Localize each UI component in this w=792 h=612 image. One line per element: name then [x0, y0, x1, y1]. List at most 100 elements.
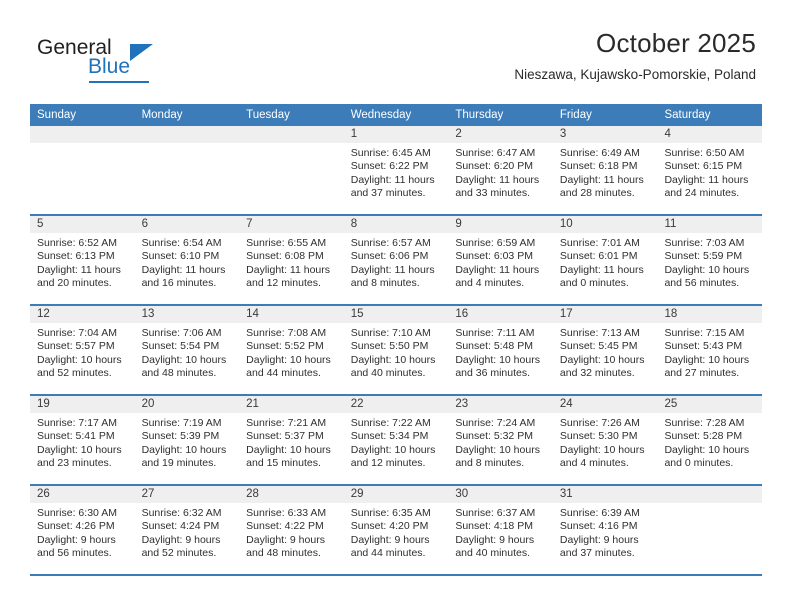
day-cell[interactable]: 4 Sunrise: 6:50 AM Sunset: 6:15 PM Daylight… — [657, 126, 763, 214]
day-cell[interactable]: 20 Sunrise: 7:19 AM Sunset: 5:39 PM Dayligh… — [134, 396, 240, 484]
day-number: 30 — [448, 486, 553, 503]
day-cell[interactable]: 23 Sunrise: 7:24 AM Sunset: 5:32 PM Dayligh… — [448, 396, 553, 484]
day-details: Sunrise: 6:49 AM Sunset: 6:18 PM Daylight:… — [553, 143, 658, 201]
day-number: 8 — [343, 216, 449, 233]
day-number: 20 — [134, 396, 240, 413]
day-cell[interactable]: 22 Sunrise: 7:22 AM Sunset: 5:34 PM Dayligh… — [343, 396, 449, 484]
daylight-text: Daylight: 10 hours and 0 minutes. — [664, 443, 750, 470]
day-cell[interactable]: 29 Sunrise: 6:35 AM Sunset: 4:20 PM Dayligh… — [343, 486, 449, 574]
sunset-text: Sunset: 5:52 PM — [246, 340, 324, 353]
day-cell[interactable]: 25 Sunrise: 7:28 AM Sunset: 5:28 PM Dayligh… — [657, 396, 763, 484]
sunset-text: Sunset: 6:18 PM — [559, 160, 638, 173]
day-cell[interactable]: 18 Sunrise: 7:15 AM Sunset: 5:43 PM Dayligh… — [657, 306, 763, 394]
calendar-week-row: 5 Sunrise: 6:52 AM Sunset: 6:13 PM Daylight… — [30, 216, 763, 306]
day-cell[interactable]: 10 Sunrise: 7:01 AM Sunset: 6:01 PM Dayligh… — [552, 216, 658, 304]
day-cell[interactable]: 19 Sunrise: 7:17 AM Sunset: 5:41 PM Dayligh… — [30, 396, 135, 484]
sunset-text: Sunset: 4:18 PM — [455, 520, 533, 533]
day-cell[interactable]: 31 Sunrise: 6:39 AM Sunset: 4:16 PM Dayligh… — [552, 486, 658, 574]
day-number: 28 — [239, 486, 344, 503]
title-block: October 2025 Nieszawa, Kujawsko-Pomorski… — [514, 28, 756, 84]
day-cell[interactable]: 9 Sunrise: 6:59 AM Sunset: 6:03 PM Daylight… — [448, 216, 553, 304]
day-details: Sunrise: 7:15 AM Sunset: 5:43 PM Daylight:… — [657, 323, 762, 381]
day-cell[interactable]: 6 Sunrise: 6:54 AM Sunset: 6:10 PM Daylight… — [134, 216, 240, 304]
page-title: October 2025 — [596, 28, 756, 58]
weekday-header-wednesday: Wednesday — [350, 109, 412, 121]
day-cell[interactable]: 26 Sunrise: 6:30 AM Sunset: 4:26 PM Dayligh… — [30, 486, 135, 574]
day-details: Sunrise: 6:54 AM Sunset: 6:10 PM Daylight:… — [135, 233, 240, 291]
day-number: 13 — [134, 306, 240, 323]
triangle-icon — [130, 44, 153, 61]
day-cell[interactable]: 15 Sunrise: 7:10 AM Sunset: 5:50 PM Dayligh… — [343, 306, 449, 394]
daylight-text: Daylight: 11 hours and 12 minutes. — [246, 263, 331, 290]
day-cell[interactable]: 27 Sunrise: 6:32 AM Sunset: 4:24 PM Dayligh… — [134, 486, 240, 574]
day-details: Sunrise: 7:19 AM Sunset: 5:39 PM Daylight:… — [135, 413, 240, 471]
calendar-week-row: 12 Sunrise: 7:04 AM Sunset: 5:57 PM Dayligh… — [30, 306, 763, 396]
calendar-week-row: 1 Sunrise: 6:45 AM Sunset: 6:22 PM Daylight… — [30, 126, 763, 216]
sunrise-text: Sunrise: 7:10 AM — [350, 327, 431, 339]
daylight-text: Daylight: 10 hours and 23 minutes. — [37, 443, 122, 470]
day-details: Sunrise: 7:08 AM Sunset: 5:52 PM Daylight:… — [239, 323, 344, 381]
sunrise-text: Sunrise: 7:19 AM — [141, 417, 222, 429]
daylight-text: Daylight: 11 hours and 4 minutes. — [455, 263, 540, 290]
weekday-header-saturday: Saturday — [664, 109, 711, 121]
daylight-text: Daylight: 10 hours and 48 minutes. — [141, 353, 227, 380]
day-cell[interactable]: 17 Sunrise: 7:13 AM Sunset: 5:45 PM Dayligh… — [552, 306, 658, 394]
calendar-week-row: 19 Sunrise: 7:17 AM Sunset: 5:41 PM Dayligh… — [30, 396, 763, 486]
day-number: 17 — [552, 306, 658, 323]
day-details: Sunrise: 7:10 AM Sunset: 5:50 PM Daylight:… — [344, 323, 449, 381]
day-cell[interactable]: 1 Sunrise: 6:45 AM Sunset: 6:22 PM Daylight… — [343, 126, 449, 214]
daylight-text: Daylight: 10 hours and 32 minutes. — [559, 353, 645, 380]
day-number: 25 — [657, 396, 763, 413]
day-cell[interactable]: 24 Sunrise: 7:26 AM Sunset: 5:30 PM Dayligh… — [552, 396, 658, 484]
day-cell[interactable]: 5 Sunrise: 6:52 AM Sunset: 6:13 PM Daylight… — [30, 216, 135, 304]
day-cell[interactable]: 14 Sunrise: 7:08 AM Sunset: 5:52 PM Dayligh… — [239, 306, 344, 394]
day-cell[interactable]: 30 Sunrise: 6:37 AM Sunset: 4:18 PM Dayligh… — [448, 486, 553, 574]
day-details: Sunrise: 7:11 AM Sunset: 5:48 PM Daylight:… — [448, 323, 553, 381]
day-number: 23 — [448, 396, 553, 413]
weekday-header-monday: Monday — [141, 109, 183, 121]
sunset-text: Sunset: 4:20 PM — [350, 520, 429, 533]
day-number: 26 — [30, 486, 135, 503]
sunrise-text: Sunrise: 7:13 AM — [559, 327, 640, 339]
day-cell[interactable]: 16 Sunrise: 7:11 AM Sunset: 5:48 PM Dayligh… — [448, 306, 553, 394]
day-cell[interactable]: 12 Sunrise: 7:04 AM Sunset: 5:57 PM Dayligh… — [30, 306, 135, 394]
day-cell[interactable]: 8 Sunrise: 6:57 AM Sunset: 6:06 PM Daylight… — [343, 216, 449, 304]
sunrise-text: Sunrise: 6:45 AM — [350, 147, 431, 159]
page-subtitle: Nieszawa, Kujawsko-Pomorskie, Poland — [514, 67, 756, 82]
day-details: Sunrise: 7:06 AM Sunset: 5:54 PM Daylight:… — [135, 323, 240, 381]
sunrise-text: Sunrise: 7:11 AM — [455, 327, 535, 339]
day-cell[interactable]: 3 Sunrise: 6:49 AM Sunset: 6:18 PM Daylight… — [552, 126, 658, 214]
day-details: Sunrise: 6:39 AM Sunset: 4:16 PM Daylight:… — [553, 503, 658, 561]
day-details: Sunrise: 6:35 AM Sunset: 4:20 PM Daylight:… — [344, 503, 449, 561]
daylight-text: Daylight: 9 hours and 52 minutes. — [141, 533, 221, 560]
sunrise-text: Sunrise: 6:57 AM — [350, 237, 431, 249]
day-cell[interactable]: 2 Sunrise: 6:47 AM Sunset: 6:20 PM Daylight… — [448, 126, 553, 214]
general-blue-logo: General Blue — [30, 36, 230, 86]
daylight-text: Daylight: 11 hours and 28 minutes. — [559, 173, 644, 200]
day-number: 10 — [552, 216, 658, 233]
day-cell[interactable]: 28 Sunrise: 6:33 AM Sunset: 4:22 PM Dayligh… — [239, 486, 344, 574]
daylight-text: Daylight: 11 hours and 20 minutes. — [37, 263, 121, 290]
day-cell[interactable]: 7 Sunrise: 6:55 AM Sunset: 6:08 PM Daylight… — [239, 216, 344, 304]
day-cell[interactable]: 21 Sunrise: 7:21 AM Sunset: 5:37 PM Dayligh… — [239, 396, 344, 484]
day-number: 6 — [134, 216, 240, 233]
sunset-text: Sunset: 4:16 PM — [559, 520, 638, 533]
calendar-weeks: 1 Sunrise: 6:45 AM Sunset: 6:22 PM Daylight… — [30, 126, 763, 576]
sunrise-text: Sunrise: 7:24 AM — [455, 417, 536, 429]
day-details: Sunrise: 6:30 AM Sunset: 4:26 PM Daylight:… — [30, 503, 135, 561]
daylight-text: Daylight: 10 hours and 12 minutes. — [350, 443, 436, 470]
day-cell-empty — [239, 126, 344, 214]
sunset-text: Sunset: 6:15 PM — [664, 160, 743, 173]
sunset-text: Sunset: 5:45 PM — [559, 340, 638, 353]
day-number: 3 — [552, 126, 658, 143]
daylight-text: Daylight: 10 hours and 4 minutes. — [559, 443, 645, 470]
day-number: 27 — [134, 486, 240, 503]
sunrise-text: Sunrise: 6:32 AM — [141, 507, 222, 519]
day-number: 29 — [343, 486, 449, 503]
sunset-text: Sunset: 6:22 PM — [350, 160, 429, 173]
day-cell[interactable]: 11 Sunrise: 7:03 AM Sunset: 5:59 PM Dayligh… — [657, 216, 763, 304]
sunrise-text: Sunrise: 7:06 AM — [141, 327, 222, 339]
sunrise-text: Sunrise: 7:28 AM — [664, 417, 745, 429]
day-cell[interactable]: 13 Sunrise: 7:06 AM Sunset: 5:54 PM Dayligh… — [134, 306, 240, 394]
sunset-text: Sunset: 5:41 PM — [37, 430, 115, 443]
